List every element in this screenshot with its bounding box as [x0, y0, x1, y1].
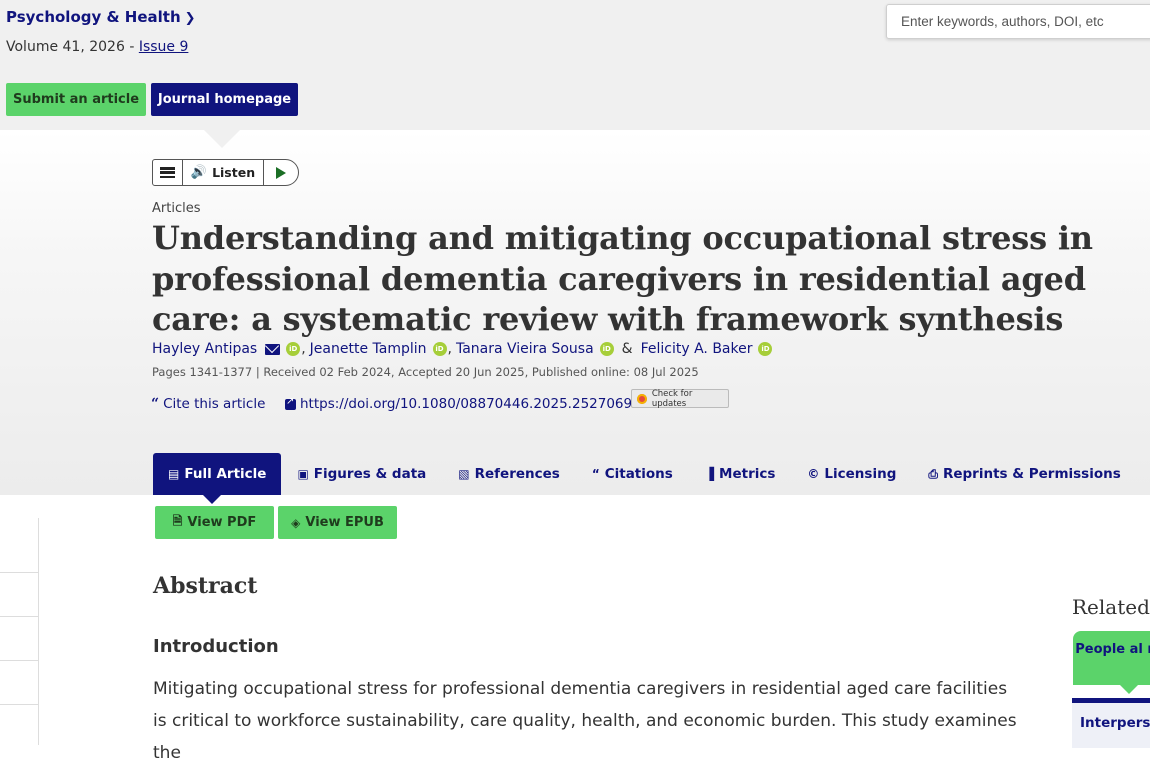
view-pdf-button[interactable]: 🗎 View PDF [155, 506, 274, 539]
volume-issue-line: Volume 41, 2026 - Issue 9 [6, 39, 188, 55]
menu-icon [160, 167, 175, 178]
sidebar-row-divider [0, 616, 38, 617]
email-icon[interactable] [265, 343, 281, 355]
tab-label: Metrics [719, 466, 776, 482]
print-icon: ⎙ [928, 466, 938, 481]
author-separator: , [301, 341, 306, 357]
volume-text: Volume 41, 2026 - [6, 39, 139, 55]
introduction-heading: Introduction [153, 636, 279, 657]
external-link-icon [285, 396, 296, 410]
tab-label: Figures & data [313, 466, 427, 482]
active-tab-notch [203, 495, 221, 504]
tab-label: Reprints & Permissions [942, 466, 1121, 482]
tab-citations[interactable]: “ Citations [576, 453, 689, 495]
sidebar-row-divider [0, 572, 38, 573]
view-epub-label: View EPUB [305, 515, 384, 530]
document-icon: ▤ [168, 467, 180, 481]
tab-licensing[interactable]: © Licensing [791, 453, 912, 495]
tab-full-article[interactable]: ▤ Full Article [153, 453, 282, 495]
chevron-right-icon: ❯ [184, 11, 196, 26]
check-updates-label: Check for updates [651, 388, 693, 409]
article-tabs: ▤ Full Article ▣ Figures & data ▧ Refere… [153, 453, 1137, 495]
journal-title-text: Psychology & Health [6, 8, 181, 26]
people-also-read-tab[interactable]: People al read [1073, 631, 1150, 685]
journal-homepage-button[interactable]: Journal homepage [151, 83, 298, 116]
author-link[interactable]: Hayley Antipas [152, 341, 257, 357]
listen-label: Listen [212, 165, 256, 180]
orcid-icon[interactable]: iD [599, 342, 614, 356]
header-notch [204, 130, 240, 148]
tab-label: References [474, 466, 560, 482]
author-link[interactable]: Tanara Vieira Sousa [456, 341, 594, 357]
view-epub-button[interactable]: ◈ View EPUB [278, 506, 397, 539]
listen-button[interactable]: 🔊 Listen [183, 160, 264, 185]
author-ampersand: & [621, 341, 633, 357]
orcid-icon[interactable]: iD [758, 342, 773, 356]
issue-link[interactable]: Issue 9 [139, 39, 189, 55]
author-list: Hayley Antipas iD , Jeanette Tamplin iD … [152, 341, 773, 357]
author-separator: , [447, 341, 452, 357]
play-button[interactable] [264, 166, 298, 179]
tab-label: Citations [604, 466, 673, 482]
tab-label: Full Article [184, 466, 267, 482]
orcid-icon[interactable]: iD [286, 342, 301, 356]
article-title: Understanding and mitigating occupationa… [152, 219, 1093, 338]
tab-references[interactable]: ▧ References [442, 453, 576, 495]
book-icon: ▧ [458, 467, 470, 481]
abstract-heading: Abstract [153, 573, 258, 599]
image-icon: ▣ [297, 467, 309, 481]
player-menu-button[interactable] [153, 160, 183, 185]
related-article-link[interactable]: Interperso outcomes [1072, 703, 1150, 748]
speaker-icon: 🔊 [190, 165, 208, 180]
sidebar-divider [38, 518, 39, 745]
play-icon [276, 166, 286, 179]
author-link[interactable]: Jeanette Tamplin [310, 341, 427, 357]
publication-info: Pages 1341-1377 | Received 02 Feb 2024, … [152, 365, 699, 379]
doi-text: https://doi.org/10.1080/08870446.2025.25… [300, 396, 633, 412]
quote-icon: “ [591, 467, 600, 481]
doi-link[interactable]: https://doi.org/10.1080/08870446.2025.25… [285, 396, 632, 412]
cite-this-article-link[interactable]: “ Cite this article [151, 396, 265, 412]
bar-chart-icon: ▐ [704, 467, 715, 481]
submit-article-button[interactable]: Submit an article [6, 83, 146, 116]
article-type-label: Articles [152, 201, 201, 216]
quote-icon: “ [151, 396, 160, 412]
orcid-icon[interactable]: iD [432, 342, 447, 356]
crossmark-icon [637, 393, 647, 404]
people-also-read-notch [1120, 685, 1138, 694]
listen-player: 🔊 Listen [152, 159, 299, 186]
search-input[interactable] [886, 4, 1150, 39]
related-heading: Related r [1072, 595, 1150, 619]
pdf-icon: 🗎 [172, 514, 183, 528]
tab-label: Licensing [824, 466, 897, 482]
tab-metrics[interactable]: ▐ Metrics [689, 453, 792, 495]
sidebar-row-divider [0, 660, 38, 661]
abstract-text: Mitigating occupational stress for profe… [153, 679, 1017, 763]
tab-figures-data[interactable]: ▣ Figures & data [281, 453, 442, 495]
author-link[interactable]: Felicity A. Baker [641, 341, 753, 357]
cite-label: Cite this article [163, 396, 266, 412]
epub-icon: ◈ [291, 515, 301, 530]
journal-title-link[interactable]: Psychology & Health ❯ [6, 8, 196, 26]
check-for-updates-button[interactable]: Check for updates [631, 388, 729, 409]
copyright-icon: © [807, 467, 820, 481]
tab-reprints-permissions[interactable]: ⎙ Reprints & Permissions [912, 453, 1136, 495]
view-pdf-label: View PDF [187, 515, 257, 530]
sidebar-row-divider [0, 704, 38, 705]
